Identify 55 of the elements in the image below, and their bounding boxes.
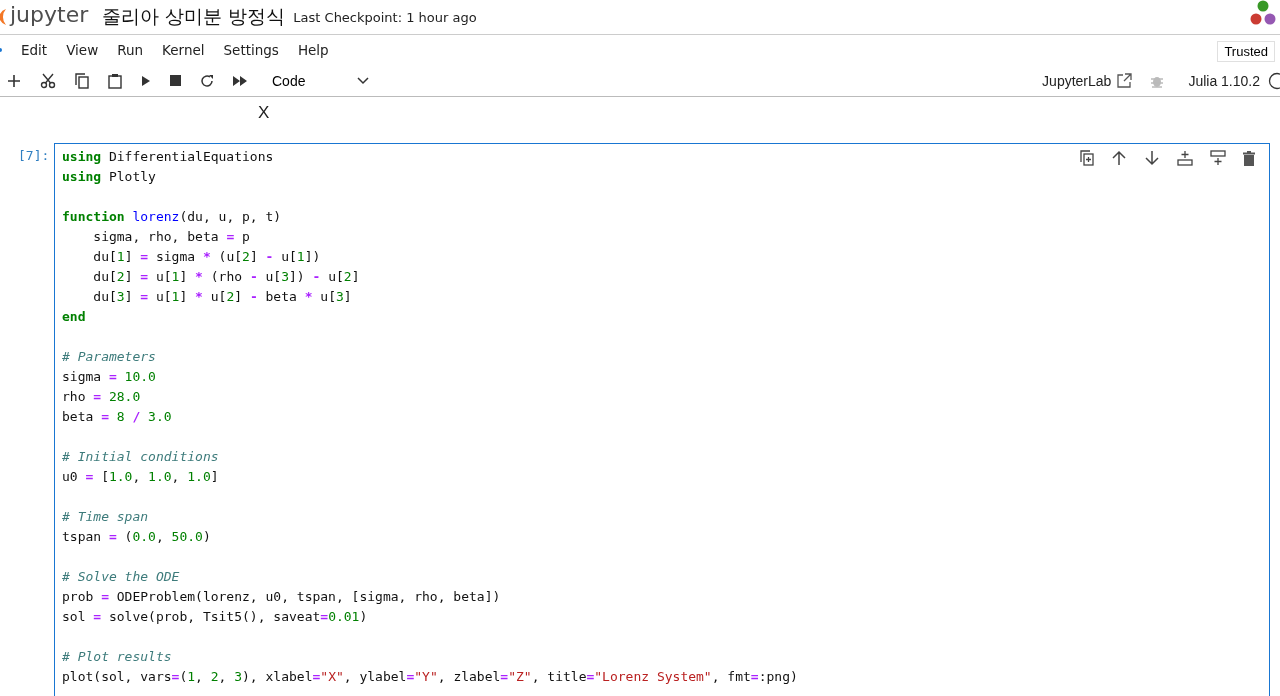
jupyterlab-link[interactable]: JupyterLab — [1042, 72, 1112, 89]
code-cell[interactable] — [54, 143, 1270, 696]
trusted-button[interactable]: Trusted — [1217, 40, 1275, 62]
fast-forward-icon[interactable] — [233, 75, 247, 86]
arrow-up-icon[interactable] — [1111, 150, 1127, 166]
insert-above-icon[interactable] — [1177, 150, 1193, 166]
menu-item[interactable]: Edit — [21, 42, 48, 58]
code-line: # Initial conditions — [62, 448, 219, 466]
arrow-down-icon[interactable] — [1144, 150, 1160, 166]
logo[interactable]: jupyter — [10, 1, 89, 27]
run-icon[interactable] — [141, 74, 151, 87]
code-line: end — [62, 308, 86, 326]
menu-item[interactable]: Kernel — [162, 42, 205, 58]
code-line: using DifferentialEquations — [62, 148, 274, 166]
restart-icon[interactable] — [200, 73, 214, 88]
julia-logo-icon — [1248, 0, 1278, 26]
trash-icon[interactable] — [1243, 150, 1255, 166]
notebook-title[interactable]: 줄리아 상미분 방정식 — [102, 4, 286, 30]
checkpoint-status: Last Checkpoint: 1 hour ago — [293, 9, 477, 25]
cell-prompt: [7]: — [17, 147, 51, 163]
code-line: du[3] = u[1] * u[2] - beta * u[3] — [92, 288, 352, 306]
menu-item[interactable]: Settings — [223, 42, 279, 58]
code-line: # Plot results — [62, 648, 172, 666]
code-line: du[1] = sigma * (u[2] - u[1]) — [92, 248, 321, 266]
code-line: # Time span — [62, 508, 149, 526]
code-line: function lorenz(du, u, p, t) — [62, 208, 282, 226]
menu-item[interactable]: Help — [297, 42, 329, 58]
code-line: u0 = [1.0, 1.0, 1.0] — [62, 468, 219, 486]
code-line: plot(sol, vars=(1, 2, 3), xlabel="X", ylabel="Y", zlabel="Z", title="Lorenz System", fmt=:png) — [62, 668, 798, 686]
code-line: # Solve the ODE — [62, 568, 180, 586]
cell-type-dropdown[interactable]: Code — [266, 72, 370, 89]
menu-item[interactable]: View — [66, 42, 99, 58]
code-line: using Plotly — [62, 168, 156, 186]
code-line: rho = 28.0 — [62, 388, 141, 406]
code-line: prob = ODEProblem(lorenz, u0, tspan, [sigma, rho, beta]) — [62, 588, 501, 606]
logo-icon — [0, 6, 6, 28]
kernel-name[interactable]: Julia 1.10.2 — [1188, 72, 1260, 89]
add-icon[interactable] — [7, 73, 21, 88]
code-line: sol = solve(prob, Tsit5(), saveat=0.01) — [62, 608, 368, 626]
scissors-icon[interactable] — [40, 72, 56, 89]
copy-icon[interactable] — [75, 72, 89, 89]
code-line: beta = 8 / 3.0 — [62, 408, 172, 426]
code-line: du[2] = u[1] * (rho - u[3]) - u[2] — [92, 268, 360, 286]
kernel-status-icon — [1268, 71, 1280, 90]
code-line: sigma = 10.0 — [62, 368, 156, 386]
code-line: # Parameters — [62, 348, 156, 366]
external-link-icon[interactable] — [1117, 73, 1133, 88]
insert-below-icon[interactable] — [1210, 150, 1226, 166]
code-line: tspan = (0.0, 50.0) — [62, 528, 211, 546]
axis-label: X — [258, 103, 270, 123]
code-line: sigma, rho, beta = p — [92, 228, 250, 246]
duplicate-icon[interactable] — [1080, 150, 1094, 166]
chevron-down-icon — [357, 76, 370, 85]
paste-icon[interactable] — [108, 72, 122, 89]
menu-item[interactable]: Run — [117, 42, 144, 58]
